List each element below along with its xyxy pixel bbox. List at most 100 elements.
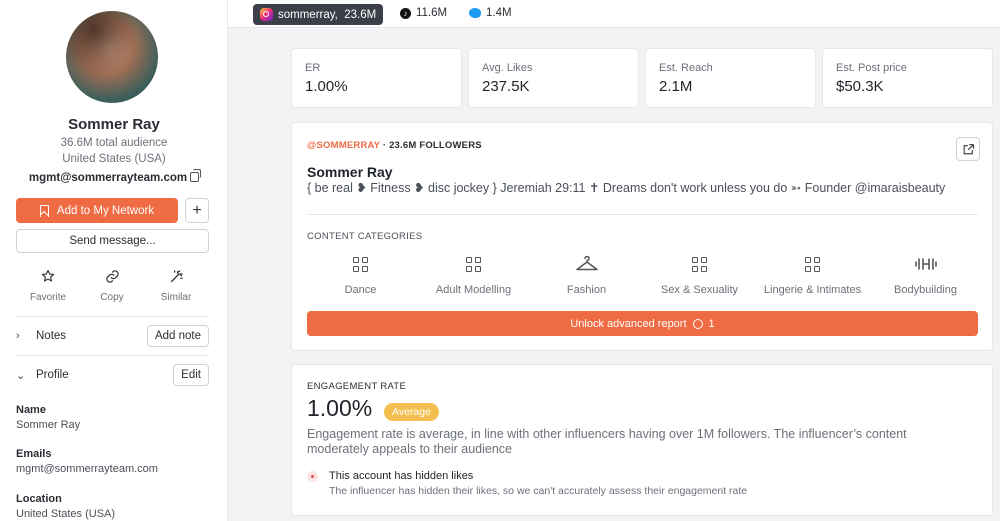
copy-action[interactable]: Copy	[80, 266, 144, 303]
account-name: Sommer Ray	[307, 164, 393, 180]
stat-er: ER 1.00%	[291, 48, 462, 108]
magic-wand-icon	[144, 266, 208, 286]
category-label: Lingerie & Intimates	[763, 284, 862, 296]
profile-title: Profile	[36, 369, 69, 381]
edit-profile-button[interactable]: Edit	[173, 364, 209, 386]
add-button[interactable]: +	[185, 198, 209, 223]
hidden-likes-title: This account has hidden likes	[329, 470, 474, 482]
profile-name: Sommer Ray	[68, 116, 160, 133]
grid-icon	[466, 256, 481, 272]
category-adult-modelling: Adult Modelling	[417, 253, 530, 296]
field-emails-label: Emails	[16, 448, 52, 460]
similar-action[interactable]: Similar	[144, 266, 208, 303]
account-handle-row: @SOMMERRAY · 23.6M FOLLOWERS	[307, 140, 482, 151]
profile-section[interactable]: ⌄ Profile Edit	[16, 363, 209, 387]
add-to-network-label: Add to My Network	[56, 204, 155, 217]
external-link-icon	[963, 143, 974, 154]
add-note-button[interactable]: Add note	[146, 325, 209, 347]
account-card: @SOMMERRAY · 23.6M FOLLOWERS Sommer Ray …	[291, 122, 993, 351]
field-location-value: United States (USA)	[16, 508, 116, 520]
profile-email-row: mgmt@sommerrayteam.com	[0, 169, 228, 184]
twitter-icon	[469, 8, 481, 18]
twitter-label: 1.4M	[486, 7, 512, 19]
tiktok-label: 11.6M	[416, 7, 448, 19]
notes-title: Notes	[36, 330, 67, 342]
stat-label: Est. Post price	[836, 62, 907, 74]
dumbbell-icon	[869, 253, 982, 275]
instagram-icon	[260, 8, 273, 21]
grid-icon	[692, 256, 707, 272]
field-location-label: Location	[16, 493, 62, 505]
category-label: Fashion	[566, 284, 607, 296]
category-lingerie-intimates: Lingerie & Intimates	[756, 253, 869, 296]
category-label: Sex & Sexuality	[660, 284, 739, 296]
favorite-label: Favorite	[29, 292, 67, 303]
bookmark-icon	[39, 204, 49, 217]
avatar	[66, 11, 158, 103]
tab-tiktok[interactable]: ♪ 11.6M	[400, 7, 447, 19]
external-link-button[interactable]	[956, 137, 980, 161]
category-label: Adult Modelling	[435, 284, 512, 296]
engagement-value: 1.00%	[307, 395, 373, 421]
profile-country: United States (USA)	[62, 153, 166, 165]
copy-email-icon[interactable]	[190, 169, 202, 182]
category-bodybuilding: Bodybuilding	[869, 253, 982, 296]
stat-est-reach: Est. Reach 2.1M	[645, 48, 816, 108]
profile-sidebar: Sommer Ray 36.6M total audience United S…	[0, 0, 228, 521]
unlock-label: Unlock advanced report	[570, 317, 687, 330]
unlock-report-button[interactable]: Unlock advanced report 1	[307, 311, 978, 336]
unlock-cost: 1	[708, 317, 715, 330]
account-followers: · 23.6M FOLLOWERS	[380, 140, 482, 151]
category-fashion: Fashion	[530, 253, 643, 296]
content-categories-title: CONTENT CATEGORIES	[307, 231, 423, 242]
chevron-down-icon: ⌄	[16, 369, 26, 382]
engagement-card: ENGAGEMENT RATE 1.00% Average Engagement…	[291, 364, 993, 516]
stat-label: ER	[305, 62, 321, 74]
tiktok-icon: ♪	[400, 7, 411, 19]
divider	[16, 355, 209, 356]
coin-icon	[692, 318, 703, 329]
divider	[16, 316, 209, 317]
instagram-label: sommerray, 23.6M	[278, 8, 377, 21]
engagement-description: Engagement rate is average, in line with…	[307, 427, 907, 456]
stat-value: 2.1M	[659, 78, 693, 95]
account-handle[interactable]: @SOMMERRAY	[307, 140, 380, 151]
copy-label: Copy	[100, 292, 124, 303]
hanger-icon	[530, 253, 643, 275]
category-label: Bodybuilding	[894, 284, 957, 296]
stat-value: 1.00%	[305, 78, 348, 95]
category-label: Dance	[344, 284, 377, 296]
field-emails-value: mgmt@sommerrayteam.com	[16, 463, 158, 475]
tab-twitter[interactable]: 1.4M	[469, 7, 512, 19]
favorite-action[interactable]: Favorite	[16, 266, 80, 303]
category-dance: Dance	[304, 253, 417, 296]
total-audience: 36.6M total audience	[60, 137, 168, 149]
alert-dot-icon	[307, 471, 318, 482]
stat-label: Est. Reach	[659, 62, 713, 74]
avatar-shade	[66, 11, 158, 103]
stat-value: 237.5K	[482, 78, 530, 95]
send-message-button[interactable]: Send message...	[16, 229, 209, 253]
platform-tabs: sommerray, 23.6M ♪ 11.6M 1.4M	[228, 0, 1000, 28]
star-icon	[16, 266, 80, 286]
add-to-network-button[interactable]: Add to My Network	[16, 198, 178, 223]
divider	[307, 214, 978, 215]
grid-icon	[805, 256, 820, 272]
category-sex-sexuality: Sex & Sexuality	[643, 253, 756, 296]
engagement-title: ENGAGEMENT RATE	[307, 381, 407, 392]
similar-label: Similar	[160, 292, 192, 303]
profile-email: mgmt@sommerrayteam.com	[28, 172, 188, 184]
hidden-likes-description: The influencer has hidden their likes, s…	[329, 485, 748, 497]
field-name-value: Sommer Ray	[16, 419, 81, 431]
link-icon	[80, 266, 144, 286]
grid-icon	[353, 256, 368, 272]
stat-avg-likes: Avg. Likes 237.5K	[468, 48, 639, 108]
account-bio: { be real ❥ Fitness ❥ disc jockey } Jere…	[307, 181, 946, 195]
chevron-right-icon: ›	[16, 330, 20, 342]
stat-est-post-price: Est. Post price $50.3K	[822, 48, 993, 108]
engagement-badge: Average	[384, 403, 439, 421]
field-name-label: Name	[16, 404, 46, 416]
notes-section[interactable]: › Notes Add note	[16, 324, 209, 348]
stat-value: $50.3K	[836, 78, 884, 95]
tab-instagram[interactable]: sommerray, 23.6M	[253, 4, 384, 25]
